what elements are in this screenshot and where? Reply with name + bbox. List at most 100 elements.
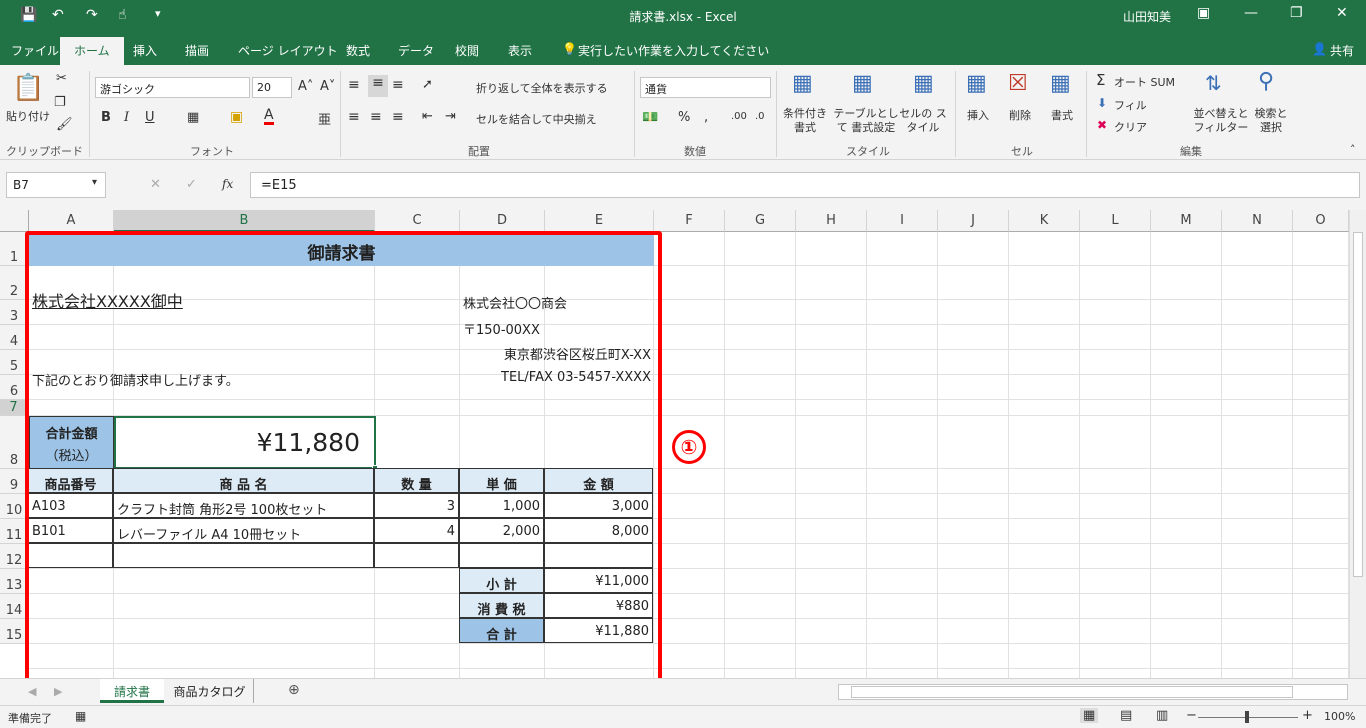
- autosum-button[interactable]: オート SUM: [1114, 74, 1175, 90]
- align-bottom-icon[interactable]: ≡: [392, 77, 404, 93]
- column-header-i[interactable]: I: [867, 210, 938, 232]
- enter-icon[interactable]: ✓: [186, 177, 197, 192]
- find-select-icon[interactable]: ⚲: [1258, 69, 1274, 94]
- fill-color-icon[interactable]: ▣: [230, 109, 243, 125]
- fill-button[interactable]: フィル: [1114, 97, 1147, 113]
- column-header-f[interactable]: F: [654, 210, 725, 232]
- tab-review[interactable]: 校閲: [455, 42, 479, 59]
- prev-sheet-icon[interactable]: ◀: [28, 685, 36, 698]
- clear-icon[interactable]: ✖: [1097, 118, 1107, 132]
- format-cells-button[interactable]: 書式: [1051, 107, 1073, 123]
- conditional-format-icon[interactable]: ▦: [792, 71, 813, 96]
- select-all-corner[interactable]: [0, 210, 29, 232]
- paste-button[interactable]: 貼り付け: [6, 108, 50, 124]
- font-color-icon[interactable]: A: [264, 108, 274, 125]
- column-header-o[interactable]: O: [1293, 210, 1349, 232]
- clear-button[interactable]: クリア: [1114, 119, 1147, 135]
- page-break-view-icon[interactable]: ▥: [1156, 708, 1168, 723]
- copy-icon[interactable]: ❐: [54, 95, 66, 110]
- cell-styles-button[interactable]: セルの スタイル: [898, 107, 948, 135]
- column-header-l[interactable]: L: [1080, 210, 1151, 232]
- tab-view[interactable]: 表示: [508, 42, 532, 59]
- tab-draw[interactable]: 描画: [185, 42, 209, 59]
- column-header-c[interactable]: C: [375, 210, 460, 232]
- phonetic-icon[interactable]: 亜: [318, 109, 331, 128]
- decrease-decimal-icon[interactable]: .0: [755, 111, 765, 122]
- add-sheet-icon[interactable]: ⊕: [288, 682, 300, 698]
- percent-icon[interactable]: %: [678, 110, 690, 125]
- tab-page-layout[interactable]: ページ レイアウト: [238, 42, 338, 59]
- tab-insert[interactable]: 挿入: [133, 42, 157, 59]
- delete-cells-icon[interactable]: ☒: [1008, 71, 1028, 96]
- accounting-format-icon[interactable]: 💵: [642, 110, 658, 125]
- align-right-icon[interactable]: ≡: [392, 109, 404, 125]
- conditional-format-button[interactable]: 条件付き 書式: [781, 107, 829, 135]
- align-middle-icon[interactable]: ≡: [368, 75, 388, 97]
- name-box[interactable]: B7: [6, 172, 106, 198]
- zoom-out-icon[interactable]: −: [1186, 708, 1197, 723]
- horizontal-scrollbar[interactable]: [838, 684, 1348, 700]
- vertical-scrollbar[interactable]: [1349, 210, 1366, 678]
- close-icon[interactable]: ✕: [1336, 5, 1348, 21]
- shrink-font-icon[interactable]: A˅: [320, 79, 335, 94]
- share-button[interactable]: 共有: [1330, 42, 1354, 59]
- column-header-m[interactable]: M: [1151, 210, 1222, 232]
- formula-input[interactable]: =E15: [250, 172, 1360, 198]
- column-header-j[interactable]: J: [938, 210, 1009, 232]
- collapse-ribbon-icon[interactable]: ˄: [1350, 143, 1356, 156]
- share-icon[interactable]: 👤: [1312, 42, 1327, 56]
- borders-icon[interactable]: ▦: [187, 110, 199, 125]
- zoom-slider-thumb[interactable]: [1245, 711, 1249, 723]
- column-header-h[interactable]: H: [796, 210, 867, 232]
- user-name[interactable]: 山田知美: [1123, 8, 1171, 25]
- cell-styles-icon[interactable]: ▦: [913, 71, 934, 96]
- name-box-dropdown-icon[interactable]: ▾: [92, 177, 97, 188]
- wrap-text-button[interactable]: 折り返して全体を表示する: [476, 80, 608, 96]
- format-cells-icon[interactable]: ▦: [1050, 71, 1071, 96]
- tell-me-box[interactable]: 実行したい作業を入力してください: [578, 42, 769, 59]
- format-painter-icon[interactable]: 🖌: [56, 117, 73, 132]
- format-as-table-button[interactable]: テーブルとして 書式設定: [832, 107, 900, 135]
- underline-icon[interactable]: U: [145, 110, 155, 125]
- paste-icon[interactable]: 📋: [12, 73, 44, 103]
- sheet-tab-catalog[interactable]: 商品カタログ: [166, 679, 254, 703]
- sort-filter-icon[interactable]: ⇅: [1205, 71, 1222, 95]
- restore-icon[interactable]: ❐: [1290, 5, 1303, 21]
- delete-cells-button[interactable]: 削除: [1009, 107, 1031, 123]
- autosum-icon[interactable]: Σ: [1096, 71, 1105, 89]
- number-format-select[interactable]: 通貨: [640, 77, 771, 98]
- italic-icon[interactable]: I: [124, 110, 129, 125]
- page-layout-view-icon[interactable]: ▤: [1120, 708, 1132, 723]
- tab-data[interactable]: データ: [398, 42, 434, 59]
- bold-icon[interactable]: B: [101, 110, 111, 125]
- sheet-tab-invoice[interactable]: 請求書: [100, 679, 164, 703]
- column-header-e[interactable]: E: [545, 210, 654, 232]
- format-as-table-icon[interactable]: ▦: [852, 71, 873, 96]
- zoom-level[interactable]: 100%: [1324, 710, 1355, 723]
- increase-decimal-icon[interactable]: .00: [731, 111, 747, 122]
- column-header-k[interactable]: K: [1009, 210, 1080, 232]
- normal-view-icon[interactable]: ▦: [1080, 708, 1099, 723]
- tab-file[interactable]: ファイル: [11, 42, 59, 59]
- minimize-icon[interactable]: —: [1244, 5, 1258, 21]
- column-header-n[interactable]: N: [1222, 210, 1293, 232]
- insert-cells-button[interactable]: 挿入: [967, 107, 989, 123]
- comma-style-icon[interactable]: ,: [704, 110, 708, 125]
- worksheet-grid[interactable]: ABCDEFGHIJKLMNO 1 2 3 4 5 6 7 8 9 10 11 12 13 14 15 御請…: [0, 210, 1366, 678]
- cut-icon[interactable]: ✂: [56, 71, 67, 86]
- insert-function-button[interactable]: fx: [222, 177, 233, 191]
- grow-font-icon[interactable]: A˄: [298, 79, 313, 94]
- column-header-a[interactable]: A: [29, 210, 114, 232]
- align-center-icon[interactable]: ≡: [370, 109, 382, 125]
- align-top-icon[interactable]: ≡: [348, 77, 360, 93]
- column-header-g[interactable]: G: [725, 210, 796, 232]
- column-header-d[interactable]: D: [460, 210, 545, 232]
- zoom-in-icon[interactable]: +: [1302, 708, 1313, 723]
- decrease-indent-icon[interactable]: ⇤: [422, 109, 433, 124]
- horizontal-scroll-thumb[interactable]: [851, 686, 1293, 698]
- vertical-scroll-thumb[interactable]: [1353, 232, 1363, 577]
- align-left-icon[interactable]: ≡: [348, 109, 360, 125]
- merge-center-button[interactable]: セルを結合して中央揃え: [476, 111, 597, 127]
- insert-cells-icon[interactable]: ▦: [966, 71, 987, 96]
- tell-me-icon[interactable]: 💡: [562, 42, 577, 56]
